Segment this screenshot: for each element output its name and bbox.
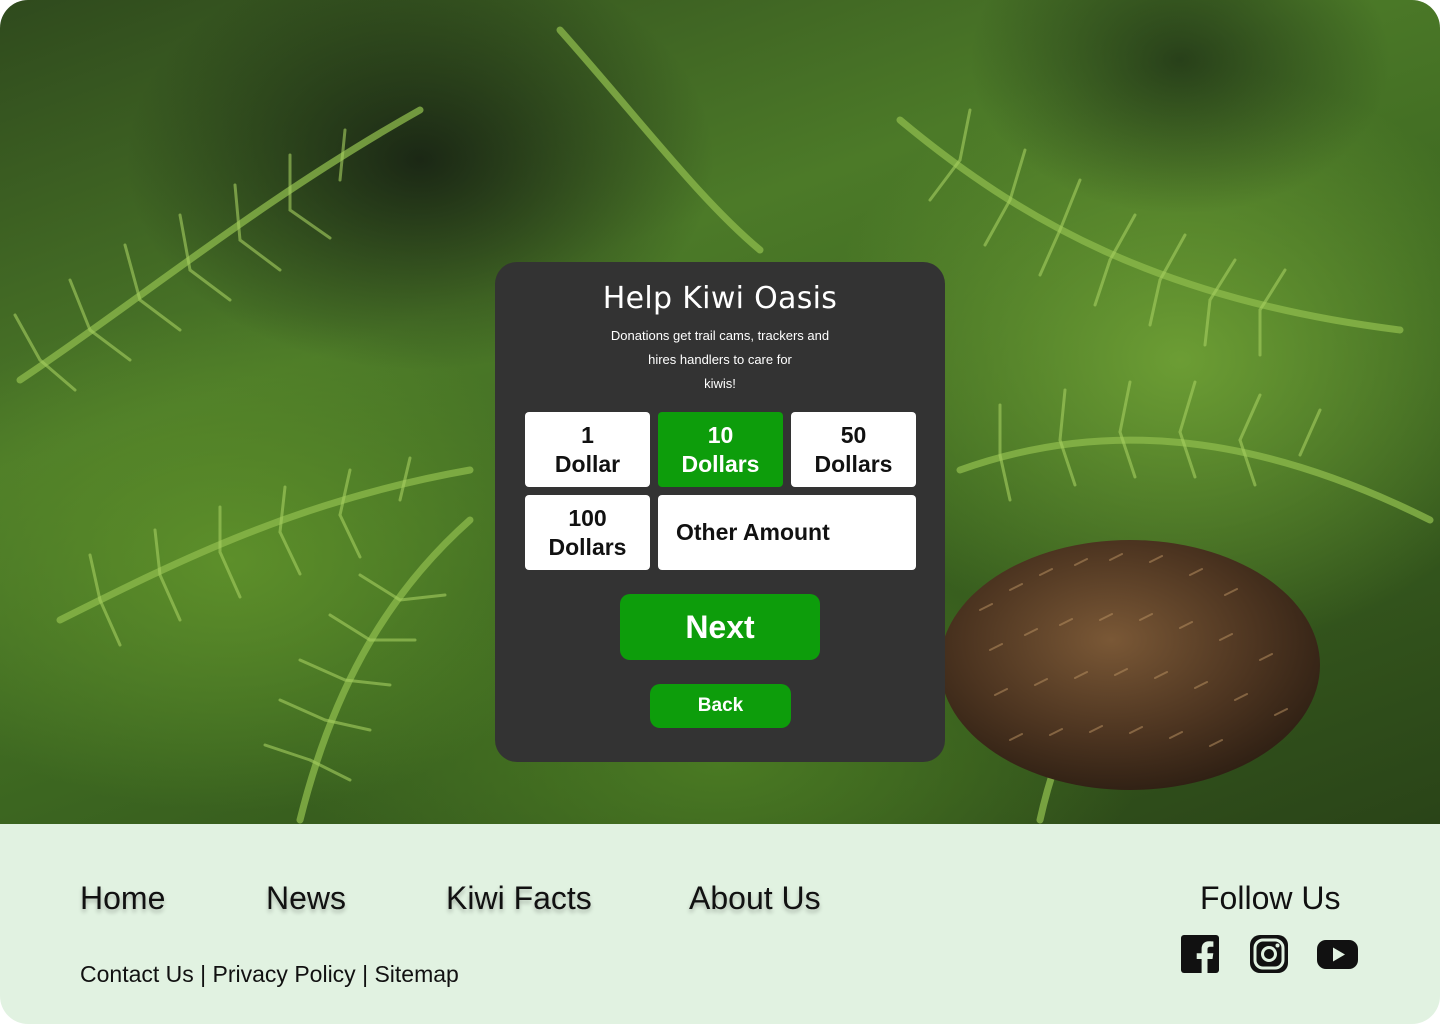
kiwi-bird — [940, 540, 1320, 790]
other-amount-input[interactable]: Other Amount — [658, 495, 916, 570]
contact-us-link[interactable]: Contact Us — [80, 961, 194, 987]
privacy-policy-link[interactable]: Privacy Policy — [213, 961, 356, 987]
amount-value: 100 — [568, 504, 607, 531]
footer-nav-about-us[interactable]: About Us — [689, 876, 821, 920]
footer — [0, 824, 1440, 1024]
description-line: kiwis! — [704, 376, 736, 391]
footer-nav-home[interactable]: Home — [80, 876, 165, 920]
amount-unit: Dollars — [814, 450, 893, 477]
back-button[interactable]: Back — [650, 684, 791, 728]
amount-10-dollars-button[interactable]: 10 Dollars — [658, 412, 783, 487]
amount-value: 10 — [707, 421, 734, 448]
amount-value: 1 — [581, 421, 594, 448]
amount-value: 50 — [840, 421, 867, 448]
link-separator: | — [200, 961, 207, 987]
footer-nav-news[interactable]: News — [266, 876, 346, 920]
card-description: Donations get trail cams, trackers and h… — [595, 324, 845, 396]
footer-nav-kiwi-facts[interactable]: Kiwi Facts — [446, 876, 592, 920]
next-button[interactable]: Next — [620, 594, 820, 660]
amount-50-dollars-button[interactable]: 50 Dollars — [791, 412, 916, 487]
instagram-icon[interactable] — [1249, 934, 1289, 974]
link-separator: | — [362, 961, 369, 987]
amount-1-dollar-button[interactable]: 1 Dollar — [525, 412, 650, 487]
card-title: Help Kiwi Oasis — [602, 281, 838, 316]
legal-links: Contact Us | Privacy Policy | Sitemap — [80, 958, 459, 990]
amount-unit: Dollar — [554, 450, 621, 477]
description-line: hires handlers to care for — [648, 352, 792, 367]
facebook-icon[interactable] — [1180, 934, 1220, 974]
page: Help Kiwi Oasis Donations get trail cams… — [0, 0, 1440, 1024]
sitemap-link[interactable]: Sitemap — [374, 961, 458, 987]
amount-unit: Dollars — [681, 450, 760, 477]
description-line: Donations get trail cams, trackers and — [610, 328, 830, 343]
follow-us-title: Follow Us — [1200, 880, 1341, 916]
amount-unit: Dollars — [548, 533, 627, 560]
other-amount-label: Other Amount — [676, 519, 830, 545]
youtube-icon[interactable] — [1316, 934, 1359, 974]
amount-100-dollars-button[interactable]: 100 Dollars — [525, 495, 650, 570]
